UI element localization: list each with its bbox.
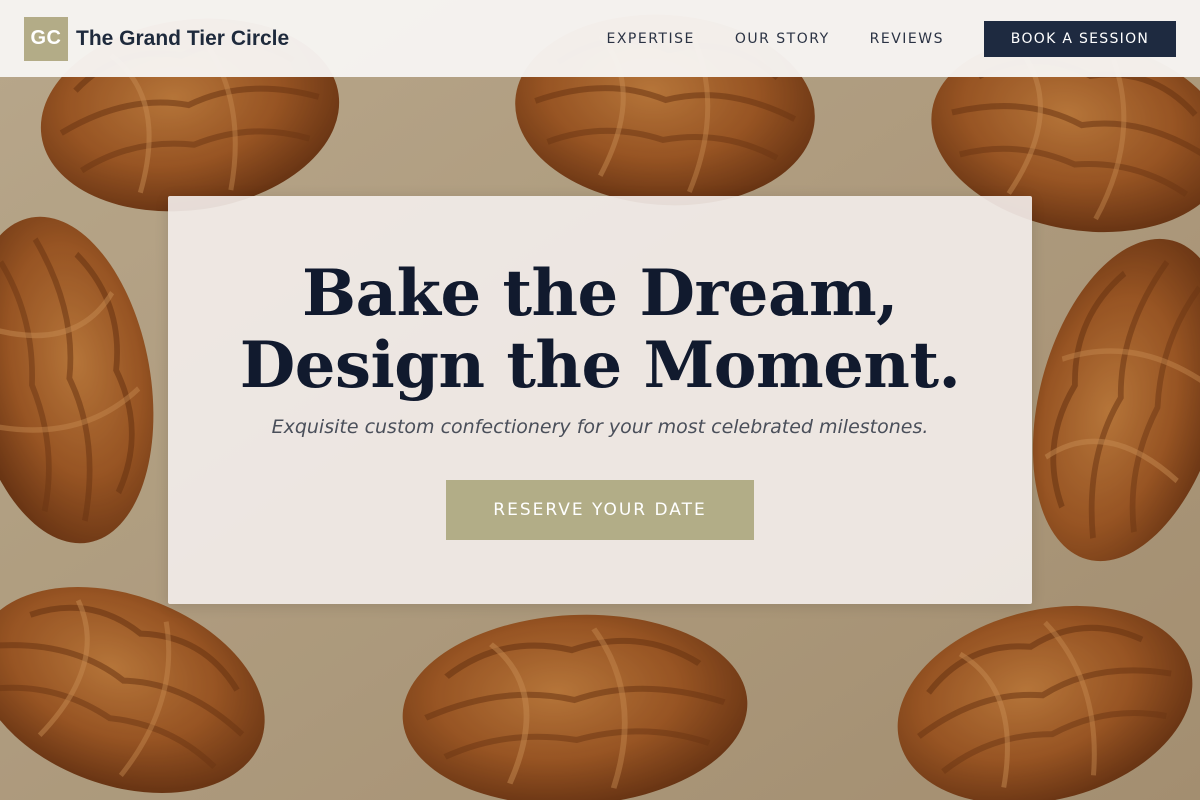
hero-title-line-1: Bake the Dream,: [302, 256, 898, 331]
hero-title-line-2: Design the Moment.: [239, 328, 961, 403]
nav-link-reviews[interactable]: REVIEWS: [870, 31, 944, 47]
brand-logo[interactable]: GC: [24, 16, 68, 61]
hero-title: Bake the Dream, Design the Moment.: [168, 196, 1032, 402]
hero-card: Bake the Dream, Design the Moment. Exqui…: [168, 196, 1032, 604]
hero-subtitle: Exquisite custom confectionery for your …: [271, 416, 929, 438]
reserve-date-button[interactable]: RESERVE YOUR DATE: [446, 480, 754, 540]
landing-page: GC The Grand Tier Circle EXPERTISE OUR S…: [0, 0, 1200, 800]
nav-link-our-story[interactable]: OUR STORY: [735, 31, 830, 47]
top-navigation-bar: GC The Grand Tier Circle EXPERTISE OUR S…: [0, 0, 1200, 77]
main-nav: EXPERTISE OUR STORY REVIEWS: [606, 31, 944, 47]
book-session-button[interactable]: BOOK A SESSION: [984, 20, 1176, 57]
brand-name[interactable]: The Grand Tier Circle: [76, 27, 289, 51]
nav-link-expertise[interactable]: EXPERTISE: [606, 31, 694, 47]
